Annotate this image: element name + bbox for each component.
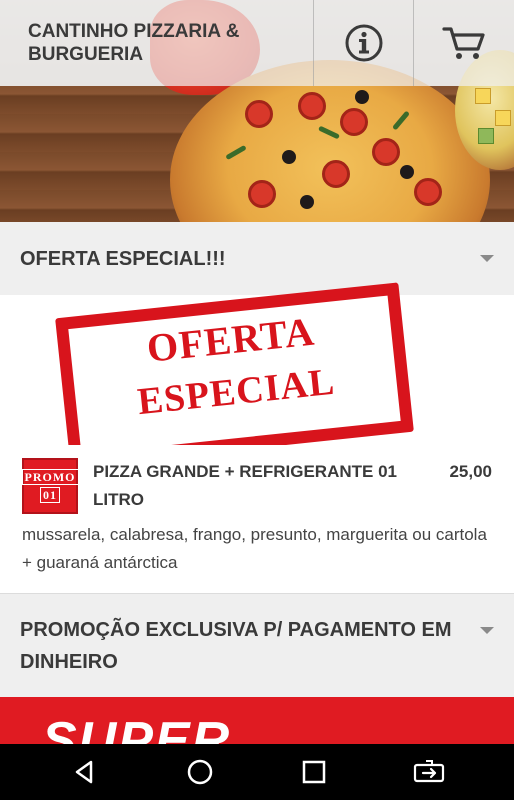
chevron-down-icon <box>480 627 494 634</box>
hero-cheese <box>495 110 511 126</box>
home-circle-icon <box>187 759 212 785</box>
hero-cheese <box>478 128 494 144</box>
cart-icon <box>442 27 485 59</box>
home-button[interactable] <box>170 744 230 800</box>
hero-topping <box>414 178 442 206</box>
hero-topping <box>282 150 296 164</box>
back-button[interactable] <box>55 744 115 800</box>
super-banner-text: SUPER <box>42 712 232 747</box>
hero-topping <box>322 160 350 188</box>
section-header-oferta[interactable]: OFERTA ESPECIAL!!! <box>0 222 514 295</box>
menu-item[interactable]: PROMO 01 PIZZA GRANDE + REFRIGERANTE 01 … <box>0 445 514 593</box>
back-triangle-icon <box>76 760 93 784</box>
thumb-line-1: PROMO <box>21 469 79 485</box>
recents-square-icon <box>303 760 326 784</box>
hero-topping <box>340 108 368 136</box>
hero-topping <box>248 180 276 208</box>
item-price: 25,00 <box>449 462 492 481</box>
hero-topping <box>400 165 414 179</box>
header-title-area: CANTINHO PIZZARIA & BURGUERIA <box>0 0 314 86</box>
hero-topping <box>372 138 400 166</box>
hero-topping <box>298 92 326 120</box>
item-thumbnail: PROMO 01 <box>21 458 79 514</box>
store-title: CANTINHO PIZZARIA & BURGUERIA <box>28 21 240 65</box>
chevron-down-icon <box>480 255 494 262</box>
hero-cheese <box>475 88 491 104</box>
super-banner: SUPER <box>0 697 514 747</box>
section-title: PROMOÇÃO EXCLUSIVA P/ PAGAMENTO EM DINHE… <box>20 618 452 673</box>
cart-button[interactable] <box>414 0 514 86</box>
section-title: OFERTA ESPECIAL!!! <box>20 247 226 270</box>
recents-button[interactable] <box>284 744 344 800</box>
hero-topping <box>300 195 314 209</box>
info-button[interactable] <box>314 0 414 86</box>
thumb-line-2: 01 <box>40 487 60 503</box>
hero-topping <box>355 90 369 104</box>
app-header: CANTINHO PIZZARIA & BURGUERIA <box>0 0 514 86</box>
item-name: PIZZA GRANDE + REFRIGERANTE 01 LITRO <box>93 462 397 509</box>
info-icon <box>345 24 382 62</box>
system-nav-bar <box>0 744 514 800</box>
section-header-promocao[interactable]: PROMOÇÃO EXCLUSIVA P/ PAGAMENTO EM DINHE… <box>0 594 514 697</box>
rotate-screen-icon <box>413 760 444 783</box>
hero-topping <box>245 100 273 128</box>
rotate-button[interactable] <box>399 744 459 800</box>
item-description: mussarela, calabresa, frango, presunto, … <box>22 525 487 572</box>
